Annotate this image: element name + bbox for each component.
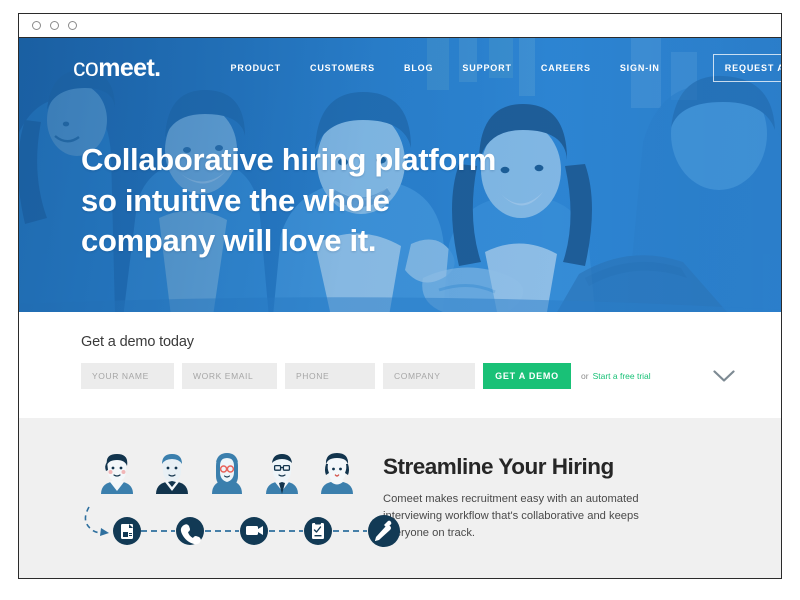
avatar-person-1 (97, 452, 137, 494)
traffic-dot-close[interactable] (32, 21, 41, 30)
streamline-copy: Streamline Your Hiring Comeet makes recr… (369, 452, 649, 578)
start-free-trial-link[interactable]: Start a free trial (593, 371, 651, 381)
hiring-flow-graphic (19, 452, 400, 578)
main-navigation: comeet. PRODUCT CUSTOMERS BLOG SUPPORT C… (19, 38, 781, 98)
streamline-section: Streamline Your Hiring Comeet makes recr… (19, 418, 781, 578)
phone-input[interactable] (285, 363, 375, 389)
avatar-row (97, 452, 369, 494)
avatar-person-2 (152, 452, 192, 494)
nav-item-support[interactable]: SUPPORT (462, 63, 511, 73)
headline-line-3: company will love it. (81, 223, 377, 259)
logo-text-bold: meet. (98, 53, 161, 82)
company-input[interactable] (383, 363, 475, 389)
chevron-down-icon[interactable] (713, 370, 735, 388)
demo-form-heading: Get a demo today (81, 334, 194, 350)
browser-title-bar (19, 14, 781, 38)
nav-item-blog[interactable]: BLOG (404, 63, 433, 73)
name-input[interactable] (81, 363, 174, 389)
hiring-steps-row (84, 506, 400, 547)
streamline-body: Comeet makes recruitment easy with an au… (383, 493, 639, 540)
headline-line-1: Collaborative hiring platform (81, 142, 497, 177)
get-a-demo-button[interactable]: GET A DEMO (483, 363, 571, 389)
traffic-dot-maximize[interactable] (68, 21, 77, 30)
avatar-person-5 (317, 452, 357, 494)
request-demo-button[interactable]: REQUEST A DEMO › (712, 54, 781, 82)
streamline-title: Streamline Your Hiring (383, 454, 614, 479)
nav-item-sign-in[interactable]: SIGN-IN (620, 63, 660, 73)
page-viewport: comeet. PRODUCT CUSTOMERS BLOG SUPPORT C… (19, 38, 781, 578)
browser-window: comeet. PRODUCT CUSTOMERS BLOG SUPPORT C… (18, 13, 782, 579)
nav-links: PRODUCT CUSTOMERS BLOG SUPPORT CAREERS S… (231, 54, 781, 82)
headline-line-2: so intuitive the whole (81, 182, 390, 218)
comeet-logo[interactable]: comeet. (73, 54, 161, 83)
avatar-person-3 (207, 452, 247, 494)
email-input[interactable] (182, 363, 277, 389)
demo-form-row: GET A DEMO or Start a free trial (81, 363, 781, 389)
avatar-person-4 (262, 452, 302, 494)
or-label: or (581, 371, 589, 381)
hero-section: comeet. PRODUCT CUSTOMERS BLOG SUPPORT C… (19, 38, 781, 312)
traffic-dot-minimize[interactable] (50, 21, 59, 30)
logo-text-light: co (73, 53, 99, 82)
nav-item-customers[interactable]: CUSTOMERS (310, 63, 375, 73)
demo-form-section: Get a demo today GET A DEMO or Start a f… (19, 312, 781, 418)
hero-headline: Collaborative hiring platform so intuiti… (81, 140, 551, 262)
nav-item-careers[interactable]: CAREERS (541, 63, 591, 73)
nav-item-product[interactable]: PRODUCT (231, 63, 281, 73)
